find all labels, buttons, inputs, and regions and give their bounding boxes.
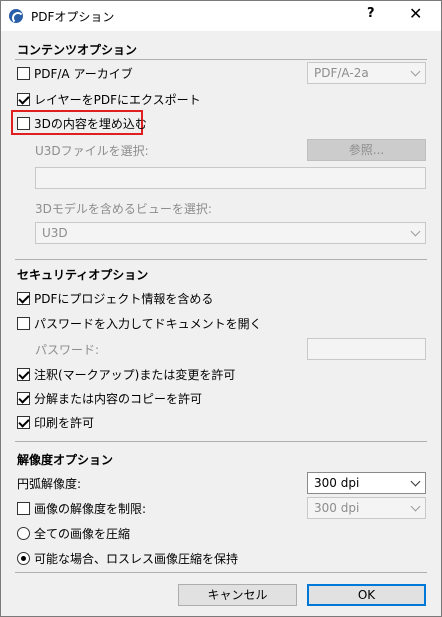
password-label: パスワード: xyxy=(35,342,100,357)
chevron-down-icon xyxy=(410,501,421,512)
pdfa-version-select[interactable]: PDF/A-2a xyxy=(307,62,426,84)
allow-print-checkbox[interactable] xyxy=(17,415,30,429)
allow-annotations-label: 注釈(マークアップ)または変更を許可 xyxy=(34,367,236,382)
chevron-down-icon xyxy=(410,476,421,487)
allow-copy-label: 分解または内容のコピーを許可 xyxy=(34,391,203,406)
content-options-heading: コンテンツオプション xyxy=(17,43,138,57)
arc-resolution-value: 300 dpi xyxy=(314,476,360,490)
arc-resolution-select[interactable]: 300 dpi xyxy=(307,472,426,494)
resolution-options-heading: 解像度オプション xyxy=(17,453,114,467)
window-title: PDFオプション xyxy=(31,10,115,24)
dialog-body: コンテンツオプション PDF/A アーカイブ PDF/A-2a レイヤーをPDF… xyxy=(1,31,441,616)
browse-button[interactable]: 参照... xyxy=(307,139,426,161)
embed-3d-checkbox[interactable] xyxy=(17,116,30,130)
embed-3d-option[interactable]: 3Dの内容を埋め込む xyxy=(17,114,147,132)
embed-3d-label: 3Dの内容を埋め込む xyxy=(34,116,147,131)
keep-lossless-radio[interactable] xyxy=(17,551,30,565)
image-resolution-select[interactable]: 300 dpi xyxy=(307,497,426,519)
app-icon xyxy=(9,9,24,24)
include-project-info-option[interactable]: PDFにプロジェクト情報を含める xyxy=(17,289,213,307)
section-divider xyxy=(15,441,427,442)
limit-image-resolution-label: 画像の解像度を制限: xyxy=(34,501,147,516)
help-button[interactable]: ? xyxy=(367,6,375,21)
allow-annotations-checkbox[interactable] xyxy=(17,367,30,381)
allow-copy-checkbox[interactable] xyxy=(17,391,30,405)
export-layers-label: レイヤーをPDFにエクスポート xyxy=(34,92,201,107)
chevron-down-icon xyxy=(410,66,421,77)
pdfa-archive-checkbox[interactable] xyxy=(17,66,30,80)
require-password-label: パスワードを入力してドキュメントを開く xyxy=(34,316,262,331)
password-field[interactable] xyxy=(307,338,426,360)
cancel-button[interactable]: キャンセル xyxy=(178,584,297,606)
title-bar[interactable]: PDFオプション ? ✕ xyxy=(1,1,441,31)
include-project-info-checkbox[interactable] xyxy=(17,291,30,305)
section-divider xyxy=(15,572,427,573)
security-options-heading: セキュリティオプション xyxy=(17,268,149,282)
section-divider xyxy=(15,259,427,260)
export-layers-option[interactable]: レイヤーをPDFにエクスポート xyxy=(17,90,201,108)
view-3d-value: U3D xyxy=(42,226,68,240)
image-resolution-value: 300 dpi xyxy=(314,501,360,515)
arc-resolution-label: 円弧解像度: xyxy=(17,476,82,491)
pdfa-version-value: PDF/A-2a xyxy=(314,66,369,80)
limit-image-resolution-checkbox[interactable] xyxy=(17,501,30,515)
pdfa-archive-label: PDF/A アーカイブ xyxy=(34,66,133,81)
pdfa-archive-option[interactable]: PDF/A アーカイブ xyxy=(17,64,133,82)
compress-all-option[interactable]: 全ての画像を圧縮 xyxy=(17,524,130,542)
close-button[interactable]: ✕ xyxy=(409,4,422,23)
u3d-file-label: U3Dファイルを選択: xyxy=(35,143,149,158)
compress-all-label: 全ての画像を圧縮 xyxy=(34,526,131,541)
allow-print-option[interactable]: 印刷を許可 xyxy=(17,413,94,431)
view-3d-select[interactable]: U3D xyxy=(35,222,426,244)
include-project-info-label: PDFにプロジェクト情報を含める xyxy=(34,291,214,306)
section-divider xyxy=(15,59,427,60)
allow-copy-option[interactable]: 分解または内容のコピーを許可 xyxy=(17,389,202,407)
allow-print-label: 印刷を許可 xyxy=(34,415,95,430)
compress-all-radio[interactable] xyxy=(17,526,30,540)
keep-lossless-label: 可能な場合、ロスレス画像圧縮を保持 xyxy=(34,551,239,566)
limit-image-resolution-option[interactable]: 画像の解像度を制限: xyxy=(17,499,146,517)
keep-lossless-option[interactable]: 可能な場合、ロスレス画像圧縮を保持 xyxy=(17,549,238,567)
ok-button[interactable]: OK xyxy=(307,584,426,606)
view-3d-label: 3Dモデルを含めるビューを選択: xyxy=(35,201,212,216)
require-password-checkbox[interactable] xyxy=(17,316,30,330)
export-layers-checkbox[interactable] xyxy=(17,92,30,106)
pdf-options-dialog: PDFオプション ? ✕ コンテンツオプション PDF/A アーカイブ PDF/… xyxy=(0,0,442,617)
require-password-option[interactable]: パスワードを入力してドキュメントを開く xyxy=(17,314,262,332)
chevron-down-icon xyxy=(410,226,421,237)
u3d-file-path-field[interactable] xyxy=(35,167,426,189)
allow-annotations-option[interactable]: 注釈(マークアップ)または変更を許可 xyxy=(17,365,235,383)
